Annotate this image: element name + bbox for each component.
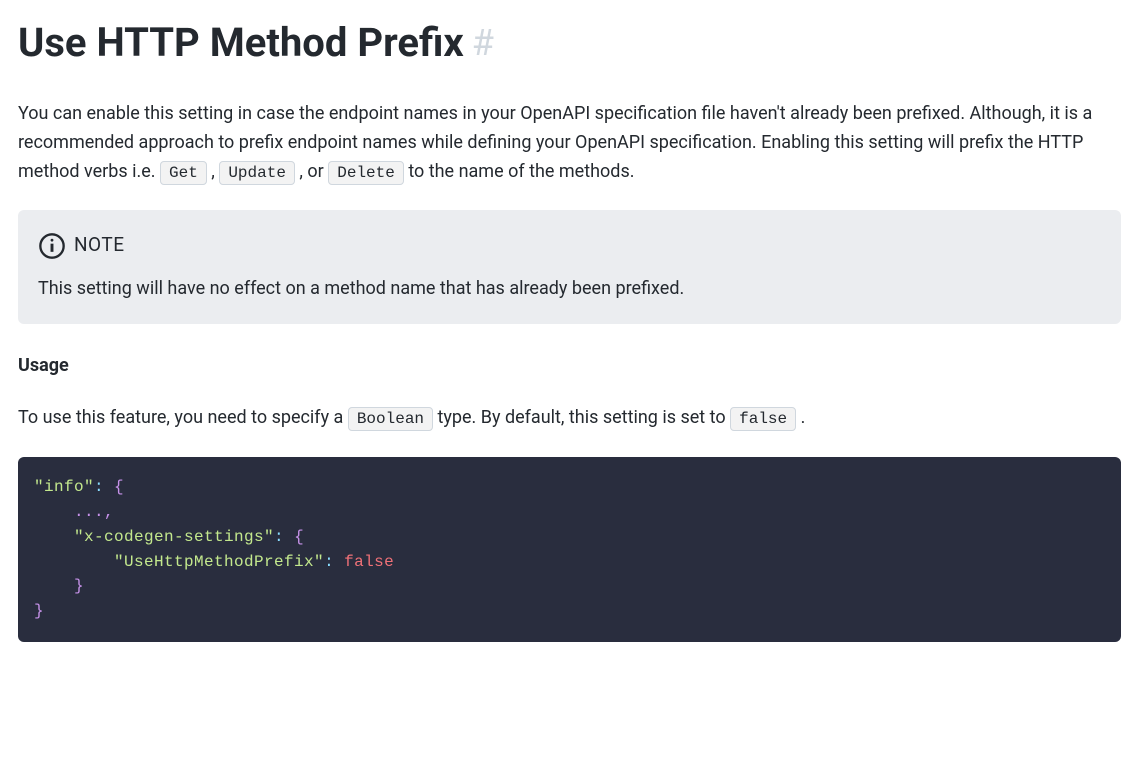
usage-paragraph: To use this feature, you need to specify… xyxy=(18,404,1121,433)
usage-text-1: To use this feature, you need to specify… xyxy=(18,407,348,428)
anchor-icon[interactable]: # xyxy=(472,21,494,66)
usage-heading: Usage xyxy=(18,352,1121,381)
note-header: NOTE xyxy=(38,230,1101,260)
code-get: Get xyxy=(160,161,207,185)
code-line-6: } xyxy=(34,599,1105,624)
code-boolean: Boolean xyxy=(348,407,433,431)
usage-text-3: . xyxy=(801,407,806,428)
code-delete: Delete xyxy=(328,161,404,185)
code-line-3: "x-codegen-settings": { xyxy=(34,525,1105,550)
code-line-4: "UseHttpMethodPrefix": false xyxy=(34,550,1105,575)
note-callout: NOTE This setting will have no effect on… xyxy=(18,210,1121,323)
intro-sep-2: , or xyxy=(299,161,328,182)
code-block: "info": { ..., "x-codegen-settings": { "… xyxy=(18,457,1121,642)
page-title-text: Use HTTP Method Prefix xyxy=(18,18,464,68)
code-line-5: } xyxy=(34,574,1105,599)
code-false: false xyxy=(730,407,796,431)
intro-text-2: to the name of the methods. xyxy=(408,161,634,182)
note-body: This setting will have no effect on a me… xyxy=(38,275,1101,304)
note-label: NOTE xyxy=(74,230,125,260)
code-line-2: ..., xyxy=(34,500,1105,525)
info-icon xyxy=(38,232,66,260)
usage-text-2: type. By default, this setting is set to xyxy=(438,407,731,428)
code-line-1: "info": { xyxy=(34,475,1105,500)
code-update: Update xyxy=(219,161,295,185)
intro-paragraph: You can enable this setting in case the … xyxy=(18,100,1121,186)
page-title: Use HTTP Method Prefix # xyxy=(18,18,494,68)
